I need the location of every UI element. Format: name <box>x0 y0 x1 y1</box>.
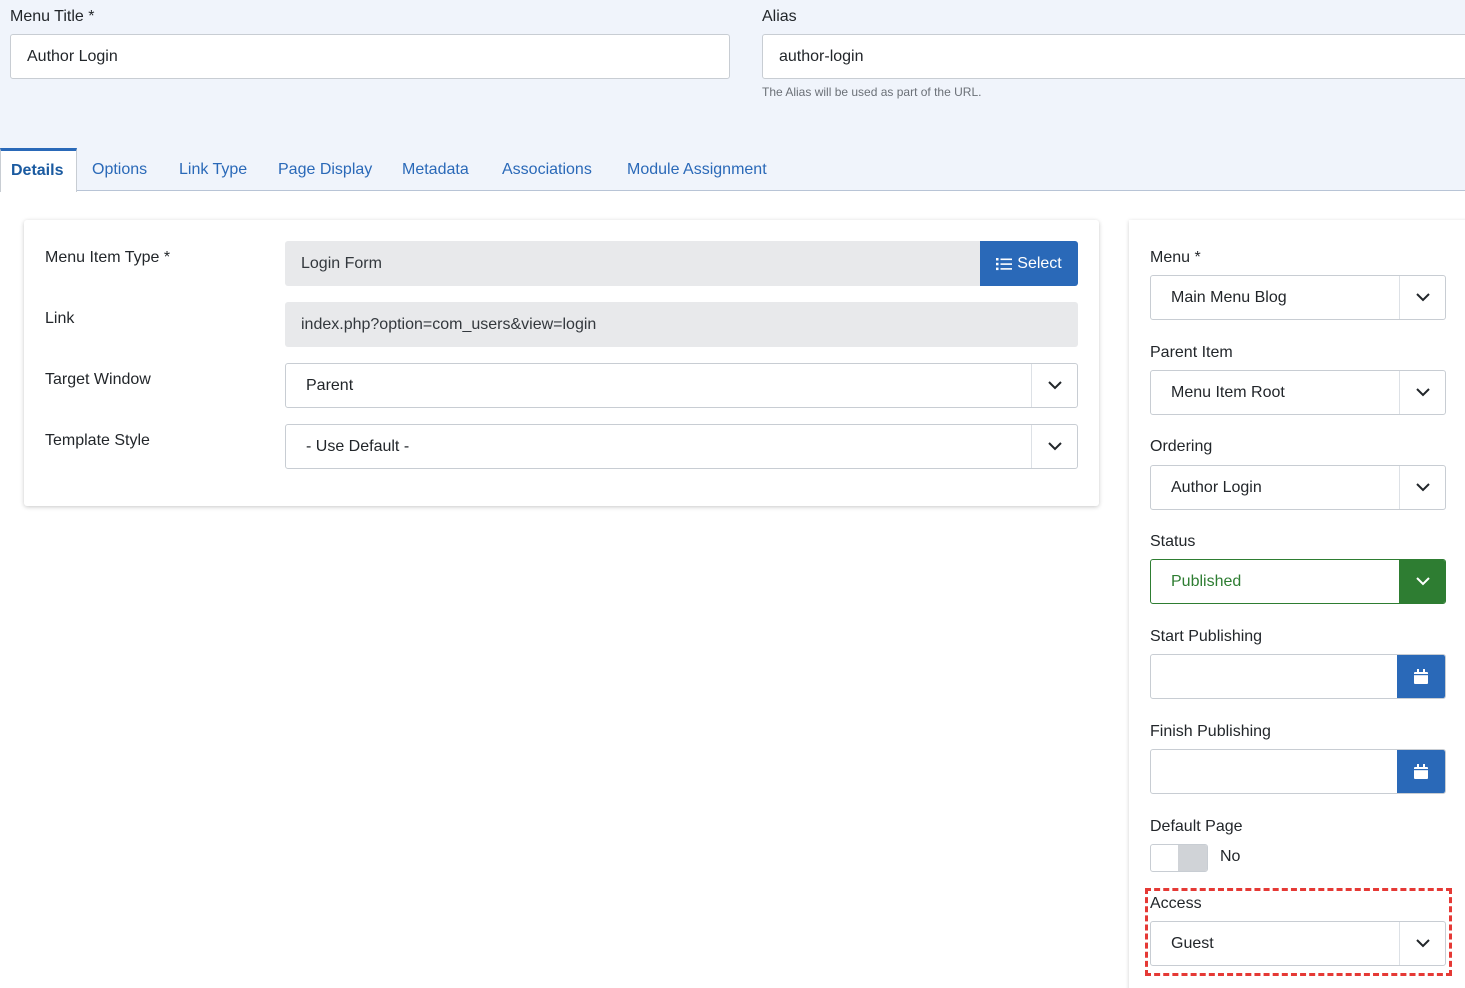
tab-page-display[interactable]: Page Display <box>268 148 382 191</box>
status-select[interactable]: Published <box>1150 559 1446 604</box>
settings-sidebar: Menu * Main Menu Blog Parent Item Menu I… <box>1129 220 1465 988</box>
chevron-down-icon <box>1031 425 1077 468</box>
target-window-label: Target Window <box>45 371 151 388</box>
template-style-value: - Use Default - <box>306 438 410 455</box>
ordering-value: Author Login <box>1171 479 1262 496</box>
tab-options[interactable]: Options <box>82 148 157 191</box>
template-style-label: Template Style <box>45 432 150 449</box>
access-highlight-box <box>1145 888 1452 976</box>
details-card: Menu Item Type * Login Form Select Link … <box>24 220 1099 506</box>
parent-item-select[interactable]: Menu Item Root <box>1150 370 1446 415</box>
menu-title-input[interactable]: Author Login <box>10 34 730 79</box>
list-icon <box>996 257 1013 270</box>
menu-label: Menu * <box>1150 249 1201 266</box>
tab-link-type[interactable]: Link Type <box>169 148 257 191</box>
tab-bar: Details Options Link Type Page Display M… <box>0 148 1465 192</box>
chevron-down-icon <box>1399 371 1445 414</box>
ordering-select[interactable]: Author Login <box>1150 465 1446 510</box>
default-page-label: Default Page <box>1150 818 1243 835</box>
menu-value: Main Menu Blog <box>1171 289 1287 306</box>
start-publishing-label: Start Publishing <box>1150 628 1263 645</box>
select-button-label: Select <box>1017 254 1062 272</box>
select-button[interactable]: Select <box>980 241 1078 286</box>
menu-item-type-label: Menu Item Type * <box>45 249 171 266</box>
calendar-icon[interactable] <box>1397 655 1445 698</box>
default-page-toggle[interactable] <box>1150 844 1208 872</box>
start-publishing-input[interactable] <box>1150 654 1446 699</box>
menu-select[interactable]: Main Menu Blog <box>1150 275 1446 320</box>
menu-item-type-field: Login Form <box>285 241 985 286</box>
toggle-knob <box>1178 845 1207 871</box>
chevron-down-icon <box>1399 466 1445 509</box>
finish-publishing-label: Finish Publishing <box>1150 723 1271 740</box>
alias-input[interactable]: author-login <box>762 34 1465 79</box>
target-window-value: Parent <box>306 377 354 394</box>
tab-metadata[interactable]: Metadata <box>392 148 479 191</box>
chevron-down-icon <box>1399 276 1445 319</box>
chevron-down-icon <box>1399 560 1445 603</box>
status-value: Published <box>1171 573 1242 590</box>
calendar-icon[interactable] <box>1397 750 1445 793</box>
parent-item-label: Parent Item <box>1150 344 1233 361</box>
tab-associations[interactable]: Associations <box>492 148 602 191</box>
status-label: Status <box>1150 533 1196 550</box>
tab-details[interactable]: Details <box>0 148 77 192</box>
tab-module-assignment[interactable]: Module Assignment <box>617 148 777 191</box>
link-field: index.php?option=com_users&view=login <box>285 302 1078 347</box>
target-window-select[interactable]: Parent <box>285 363 1078 408</box>
template-style-select[interactable]: - Use Default - <box>285 424 1078 469</box>
finish-publishing-input[interactable] <box>1150 749 1446 794</box>
parent-item-value: Menu Item Root <box>1171 384 1285 401</box>
ordering-label: Ordering <box>1150 438 1213 455</box>
alias-label: Alias <box>762 8 797 25</box>
chevron-down-icon <box>1031 364 1077 407</box>
link-label: Link <box>45 310 75 327</box>
alias-hint: The Alias will be used as part of the UR… <box>762 85 982 99</box>
menu-title-label: Menu Title * <box>10 8 95 25</box>
default-page-value: No <box>1220 848 1241 865</box>
